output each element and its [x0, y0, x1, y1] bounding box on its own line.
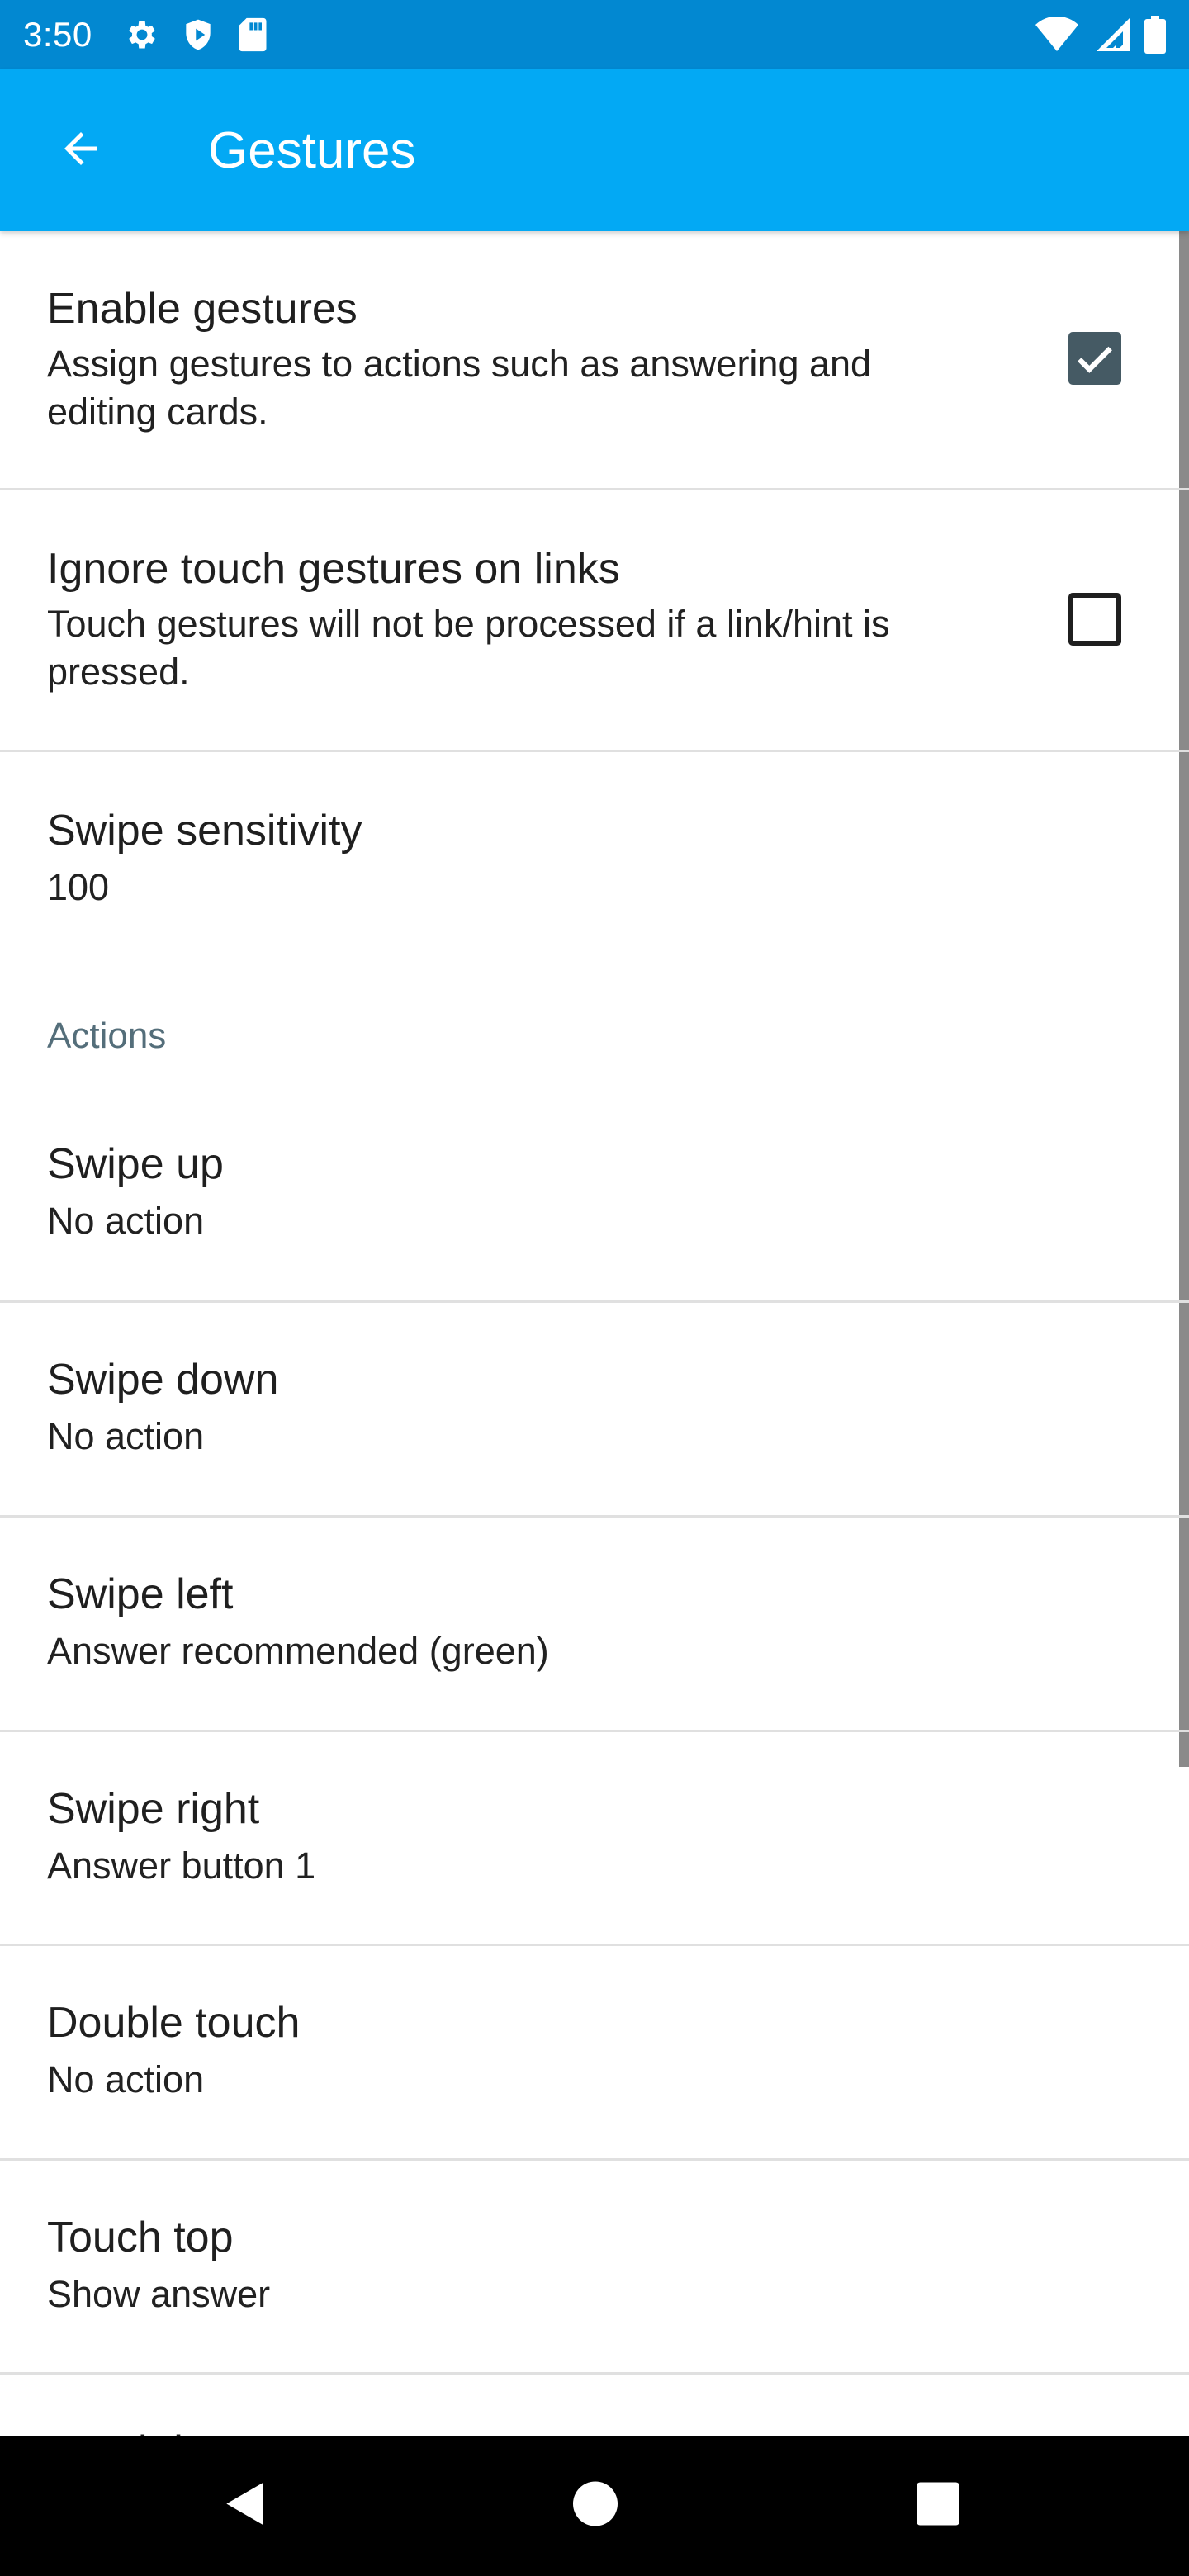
pref-summary: Touch gestures will not be processed if … [47, 603, 890, 693]
preferences-list[interactable]: Enable gestures Assign gestures to actio… [0, 231, 1189, 2436]
pref-summary: No action [47, 2058, 205, 2100]
back-button[interactable] [41, 111, 121, 190]
page-title: Gestures [208, 121, 416, 179]
pref-summary: Answer recommended (green) [47, 1630, 549, 1672]
gear-icon [124, 17, 160, 53]
pref-title: Touch top [47, 2214, 234, 2261]
ignore-links-checkbox[interactable] [1068, 593, 1121, 646]
battery-icon [1144, 16, 1166, 54]
touch-bottom-pref[interactable]: Touch bottom [0, 2377, 1189, 2436]
status-notification-icons [124, 17, 269, 53]
status-system-icons [1035, 16, 1166, 54]
swipe-up-pref[interactable]: Swipe up No action [0, 1087, 1189, 1303]
swipe-left-pref[interactable]: Swipe left Answer recommended (green) [0, 1520, 1189, 1732]
pref-summary: Answer button 1 [47, 1844, 316, 1887]
cell-signal-icon [1093, 17, 1130, 53]
pref-title: Swipe up [47, 1140, 224, 1188]
sd-card-icon [236, 17, 269, 53]
status-bar: 3:50 [0, 0, 1189, 69]
pref-summary: 100 [47, 866, 110, 908]
swipe-down-pref[interactable]: Swipe down No action [0, 1305, 1189, 1518]
pref-title: Swipe down [47, 1356, 279, 1404]
enable-gestures-pref[interactable]: Enable gestures Assign gestures to actio… [0, 231, 1189, 490]
check-icon [1068, 346, 1121, 388]
navigation-bar [0, 2436, 1189, 2576]
pref-title: Swipe left [47, 1570, 234, 1618]
pref-summary: Assign gestures to actions such as answe… [47, 343, 872, 433]
touch-top-pref[interactable]: Touch top Show answer [0, 2163, 1189, 2375]
pref-summary: No action [47, 1200, 205, 1242]
category-title-actions: Actions [47, 1016, 167, 1056]
pref-title: Double touch [47, 1999, 301, 2047]
back-triangle-icon[interactable] [225, 2481, 271, 2531]
swipe-sensitivity-pref[interactable]: Swipe sensitivity 100 [0, 755, 1189, 953]
pref-title: Touch bottom [47, 2427, 305, 2436]
swipe-right-pref[interactable]: Swipe right Answer button 1 [0, 1735, 1189, 1946]
status-time: 3:50 [23, 15, 92, 54]
shield-icon [180, 17, 216, 53]
ignore-links-pref[interactable]: Ignore touch gestures on links Touch ges… [0, 493, 1189, 752]
pref-title: Swipe sensitivity [47, 807, 362, 855]
home-circle-icon[interactable] [573, 2481, 618, 2531]
app-bar: Gestures [0, 69, 1189, 231]
recents-square-icon[interactable] [917, 2482, 959, 2530]
pref-summary: Show answer [47, 2273, 271, 2315]
pref-summary: No action [47, 1415, 205, 1457]
pref-title: Ignore touch gestures on links [47, 545, 620, 593]
enable-gestures-checkbox[interactable] [1068, 332, 1121, 385]
arrow-back-icon [56, 124, 106, 178]
pref-title: Enable gestures [47, 285, 358, 333]
wifi-icon [1035, 17, 1078, 53]
pref-title: Swipe right [47, 1785, 260, 1833]
double-touch-pref[interactable]: Double touch No action [0, 1949, 1189, 2161]
